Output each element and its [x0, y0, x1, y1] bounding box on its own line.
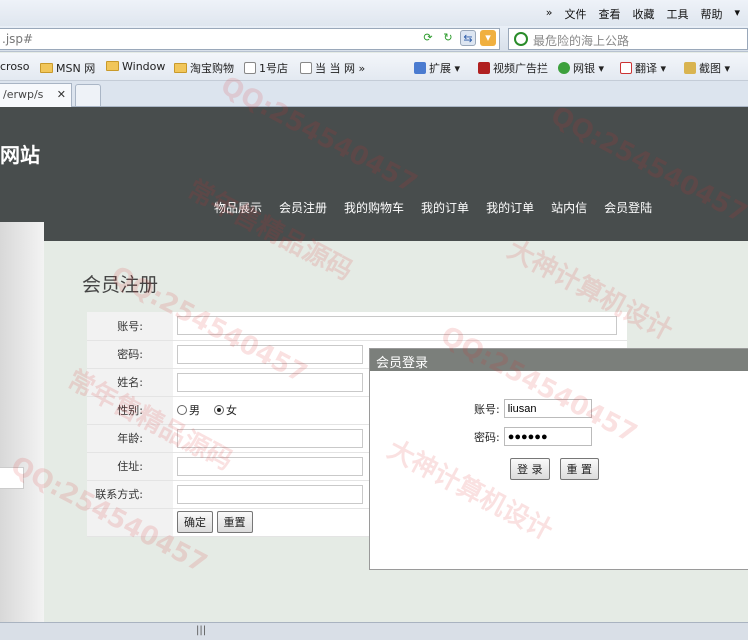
dropdown-icon[interactable]: ▾ [480, 30, 496, 46]
new-tab-button[interactable] [75, 84, 101, 106]
password-label: 密码: [87, 340, 173, 369]
login-dialog: 会员登录 账号: 密码: 登 录 重 置 [369, 348, 748, 570]
browser-menu: » 文件 查看 收藏 工具 帮助 ▾ [546, 6, 740, 22]
menu-favorites[interactable]: 收藏 [632, 6, 654, 22]
fav-item[interactable]: Window [106, 60, 165, 73]
address-field[interactable] [177, 456, 363, 476]
browser-tab[interactable]: /erwp/s ✕ [0, 83, 72, 107]
tab-title: /erwp/s [3, 88, 44, 101]
menu-file[interactable]: 文件 [564, 6, 586, 22]
back-forward-icon[interactable]: ⇆ [460, 30, 476, 46]
age-field[interactable] [177, 428, 363, 448]
menu-overflow[interactable]: » [546, 6, 553, 22]
bank-icon [558, 62, 570, 74]
contact-label: 联系方式: [87, 480, 173, 509]
folder-icon [106, 61, 119, 71]
age-label: 年龄: [87, 424, 173, 453]
nav-item-products[interactable]: 物品展示 [214, 199, 262, 216]
login-actions: 登 录 重 置 [510, 458, 599, 480]
login-account-row: 账号: [474, 399, 592, 418]
tool-extensions[interactable]: 扩展 ▾ [414, 60, 460, 76]
login-button[interactable]: 登 录 [510, 458, 550, 480]
screenshot-icon [684, 62, 696, 74]
adblock-icon [478, 62, 490, 74]
form-row: 账号: [87, 312, 627, 341]
page-icon [244, 62, 256, 74]
gender-male-option[interactable]: 男 [177, 402, 200, 418]
login-account-field[interactable] [503, 399, 592, 418]
search-placeholder: 最危险的海上公路 [533, 34, 630, 48]
fav-item[interactable]: 当 当 网 » [300, 60, 365, 76]
login-password-row: 密码: [474, 427, 592, 446]
name-field[interactable] [177, 372, 363, 392]
page-icon [300, 62, 312, 74]
address-label: 住址: [87, 452, 173, 481]
refresh-icon[interactable]: ⟳ [420, 30, 436, 46]
menu-help[interactable]: 帮助 [700, 6, 722, 22]
login-title: 会员登录 [370, 349, 748, 371]
sidebar [0, 222, 44, 622]
tool-screenshot[interactable]: 截图 ▾ [684, 60, 730, 76]
radio-icon[interactable] [177, 405, 187, 415]
menu-view[interactable]: 查看 [598, 6, 620, 22]
sidebar-input[interactable] [0, 467, 24, 489]
fav-item[interactable]: 1号店 [244, 60, 288, 76]
nav-item-orders-2[interactable]: 我的订单 [486, 199, 534, 216]
nav-item-orders[interactable]: 我的订单 [421, 199, 469, 216]
contact-field[interactable] [177, 484, 363, 504]
radio-checked-icon[interactable] [214, 405, 224, 415]
login-account-label: 账号: [474, 402, 500, 416]
tool-ad-block[interactable]: 视频广告拦 [478, 60, 548, 76]
status-bar: ||| [0, 622, 748, 640]
fav-item[interactable]: 淘宝购物 [174, 60, 234, 76]
account-field[interactable] [177, 316, 617, 336]
folder-icon [174, 63, 187, 73]
search-input[interactable]: 最危险的海上公路 [508, 28, 748, 50]
login-password-field[interactable] [503, 427, 592, 446]
reload-icon[interactable]: ↻ [440, 30, 456, 46]
fav-item[interactable]: crosо [0, 60, 30, 73]
tab-bar: /erwp/s ✕ [0, 81, 748, 107]
nav-item-login[interactable]: 会员登陆 [604, 199, 652, 216]
site-title: 网站 [0, 143, 40, 167]
menu-tools[interactable]: 工具 [666, 6, 688, 22]
nav-item-register[interactable]: 会员注册 [279, 199, 327, 216]
address-bar: .jsp# ⟳ ↻ ⇆ ▾ 最危险的海上公路 [0, 26, 748, 52]
gender-label: 性别: [87, 396, 173, 425]
nav-item-messages[interactable]: 站内信 [551, 199, 587, 216]
reset-button[interactable]: 重置 [216, 511, 253, 533]
site-header: 网站 物品展示 会员注册 我的购物车 我的订单 我的订单 站内信 会员登陆 [0, 107, 748, 241]
tool-bank[interactable]: 网银 ▾ [558, 60, 604, 76]
url-actions: ⟳ ↻ ⇆ ▾ [420, 30, 496, 46]
login-password-label: 密码: [474, 430, 500, 444]
nav-item-cart[interactable]: 我的购物车 [344, 199, 404, 216]
page-title: 会员注册 [82, 274, 159, 296]
browser-menubar: » 文件 查看 收藏 工具 帮助 ▾ [0, 0, 748, 26]
site-nav: 物品展示 会员注册 我的购物车 我的订单 我的订单 站内信 会员登陆 [214, 199, 652, 216]
tool-translate[interactable]: 翻译 ▾ [620, 60, 666, 76]
fav-item[interactable]: MSN 网 [40, 60, 95, 76]
login-reset-button[interactable]: 重 置 [559, 458, 599, 480]
folder-icon [40, 63, 53, 73]
gender-female-option[interactable]: 女 [214, 402, 237, 418]
search-engine-icon [514, 32, 528, 46]
name-label: 姓名: [87, 368, 173, 397]
close-icon[interactable]: ✕ [57, 88, 66, 101]
translate-icon [620, 62, 632, 74]
shirt-icon[interactable]: ▾ [734, 6, 740, 22]
extensions-icon [414, 62, 426, 74]
account-label: 账号: [87, 312, 173, 341]
scroll-grip[interactable]: ||| [196, 625, 206, 636]
password-field[interactable] [177, 344, 363, 364]
favorites-bar: crosо MSN 网 Window 淘宝购物 1号店 当 当 网 » 扩展 ▾… [0, 53, 748, 81]
submit-button[interactable]: 确定 [177, 511, 213, 533]
